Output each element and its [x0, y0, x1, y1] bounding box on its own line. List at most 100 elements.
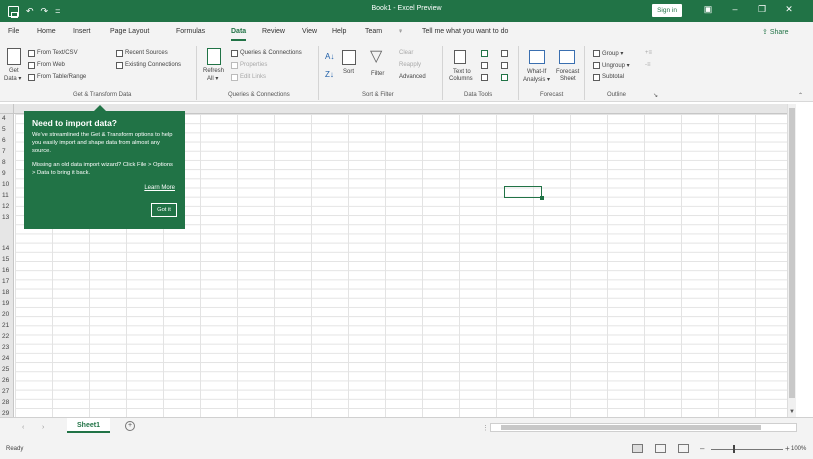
ribbon-display-icon[interactable]: ▣ — [701, 4, 715, 15]
horizontal-scroll-thumb[interactable] — [501, 425, 761, 430]
sort-az-icon[interactable]: A↓ — [325, 52, 334, 61]
sign-in-button[interactable]: Sign in — [652, 4, 682, 17]
row-number[interactable]: 18 — [0, 289, 14, 296]
reapply-button[interactable]: Reapply — [399, 62, 421, 68]
scroll-down-icon[interactable]: ▼ — [789, 409, 795, 415]
subtotal-button[interactable]: Subtotal — [602, 74, 624, 80]
tell-me-icon[interactable]: ♀ — [398, 28, 403, 35]
vertical-scrollbar[interactable]: ▼ — [787, 104, 796, 417]
queries-connections-button[interactable]: Queries & Connections — [240, 50, 302, 56]
outline-settings-icon[interactable]: ↘ — [653, 92, 658, 99]
row-number[interactable]: 20 — [0, 311, 14, 318]
advanced-button[interactable]: Advanced — [399, 74, 426, 80]
close-button[interactable]: ✕ — [782, 4, 796, 15]
learn-more-link[interactable]: Learn More — [144, 185, 175, 191]
horizontal-scrollbar[interactable] — [490, 423, 797, 432]
tab-review[interactable]: Review — [262, 28, 285, 35]
manage-data-model-icon[interactable] — [501, 74, 508, 81]
edit-links-button[interactable]: Edit Links — [240, 74, 266, 80]
remove-duplicates-icon[interactable] — [481, 62, 488, 69]
row-number[interactable]: 10 — [0, 181, 14, 188]
what-if-button[interactable]: What-If — [527, 69, 546, 75]
select-all-corner[interactable] — [0, 104, 14, 114]
filter-button[interactable]: Filter — [371, 71, 384, 77]
clear-button[interactable]: Clear — [399, 50, 413, 56]
row-number[interactable]: 29 — [0, 410, 14, 417]
row-number[interactable]: 25 — [0, 366, 14, 373]
row-number[interactable]: 6 — [0, 137, 14, 144]
properties-button[interactable]: Properties — [240, 62, 267, 68]
group-button[interactable]: Group ▾ — [602, 50, 623, 57]
tab-page-layout[interactable]: Page Layout — [110, 28, 149, 35]
row-number[interactable]: 22 — [0, 333, 14, 340]
row-number[interactable]: 24 — [0, 355, 14, 362]
relationships-icon[interactable] — [501, 62, 508, 69]
existing-connections-button[interactable]: Existing Connections — [125, 62, 181, 68]
row-number[interactable]: 8 — [0, 159, 14, 166]
text-to-columns-button[interactable]: Text to — [453, 69, 471, 75]
row-number[interactable]: 19 — [0, 300, 14, 307]
share-button[interactable]: ⇪ Share — [762, 28, 789, 36]
minimize-button[interactable]: – — [728, 4, 742, 14]
tab-view[interactable]: View — [302, 28, 317, 35]
zoom-out-icon[interactable]: – — [700, 444, 704, 453]
page-break-preview-icon[interactable] — [678, 444, 689, 453]
tab-team[interactable]: Team — [365, 28, 382, 35]
data-validation-icon[interactable] — [481, 74, 488, 81]
row-number[interactable]: 5 — [0, 126, 14, 133]
tab-formulas[interactable]: Formulas — [176, 28, 205, 35]
tab-file[interactable]: File — [8, 28, 19, 35]
from-web-button[interactable]: From Web — [37, 62, 65, 68]
show-detail-icon[interactable]: +≡ — [645, 50, 652, 56]
recent-sources-button[interactable]: Recent Sources — [125, 50, 168, 56]
forecast-sheet-button[interactable]: Forecast — [556, 69, 579, 75]
tab-insert[interactable]: Insert — [73, 28, 91, 35]
row-number[interactable]: 23 — [0, 344, 14, 351]
sort-za-icon[interactable]: Z↓ — [325, 70, 334, 79]
active-cell[interactable] — [504, 186, 544, 200]
from-text-csv-button[interactable]: From Text/CSV — [37, 50, 78, 56]
row-number[interactable]: 16 — [0, 267, 14, 274]
prev-sheet-icon[interactable]: ‹ — [22, 424, 24, 431]
row-number[interactable]: 14 — [0, 245, 14, 252]
row-number[interactable]: 15 — [0, 256, 14, 263]
next-sheet-icon[interactable]: › — [42, 424, 44, 431]
row-number[interactable]: 27 — [0, 388, 14, 395]
page-layout-view-icon[interactable] — [655, 444, 666, 453]
row-number[interactable]: 4 — [0, 115, 14, 122]
row-number[interactable]: 13 — [0, 214, 14, 221]
hide-detail-icon[interactable]: -≡ — [645, 62, 651, 68]
from-table-button[interactable]: From Table/Range — [37, 74, 86, 80]
got-it-button[interactable]: Got it — [151, 203, 177, 217]
zoom-slider-knob[interactable] — [733, 445, 735, 453]
row-number[interactable]: 9 — [0, 170, 14, 177]
maximize-button[interactable]: ❐ — [755, 4, 769, 15]
tab-home[interactable]: Home — [37, 28, 56, 35]
tab-data[interactable]: Data — [231, 28, 247, 41]
ungroup-button[interactable]: Ungroup ▾ — [602, 62, 630, 69]
normal-view-icon[interactable] — [632, 444, 643, 453]
row-number[interactable]: 12 — [0, 203, 14, 210]
what-if-dropdown[interactable]: Analysis ▾ — [523, 76, 550, 83]
sheet-tab-sheet1[interactable]: Sheet1 — [67, 418, 110, 433]
sort-button[interactable]: Sort — [343, 69, 354, 75]
get-data-button[interactable]: Get — [9, 68, 19, 74]
consolidate-icon[interactable] — [501, 50, 508, 57]
tell-me-search[interactable]: Tell me what you want to do — [422, 28, 508, 35]
refresh-all-dropdown[interactable]: All ▾ — [207, 75, 218, 82]
zoom-slider[interactable] — [711, 449, 783, 450]
row-number[interactable]: 28 — [0, 399, 14, 406]
get-data-button-dropdown[interactable]: Data ▾ — [4, 75, 21, 82]
row-number[interactable]: 17 — [0, 278, 14, 285]
tab-help[interactable]: Help — [332, 28, 346, 35]
row-number[interactable]: 11 — [0, 192, 14, 199]
tab-split-handle[interactable]: ⋮ — [482, 424, 489, 432]
refresh-all-button[interactable]: Refresh — [203, 68, 224, 74]
row-number[interactable]: 7 — [0, 148, 14, 155]
flash-fill-icon[interactable] — [481, 50, 488, 57]
row-number[interactable]: 26 — [0, 377, 14, 384]
add-sheet-icon[interactable]: + — [125, 421, 135, 431]
zoom-level[interactable]: 100% — [791, 446, 806, 452]
collapse-ribbon-icon[interactable]: ⌃ — [798, 92, 803, 99]
vertical-scroll-thumb[interactable] — [789, 108, 795, 398]
